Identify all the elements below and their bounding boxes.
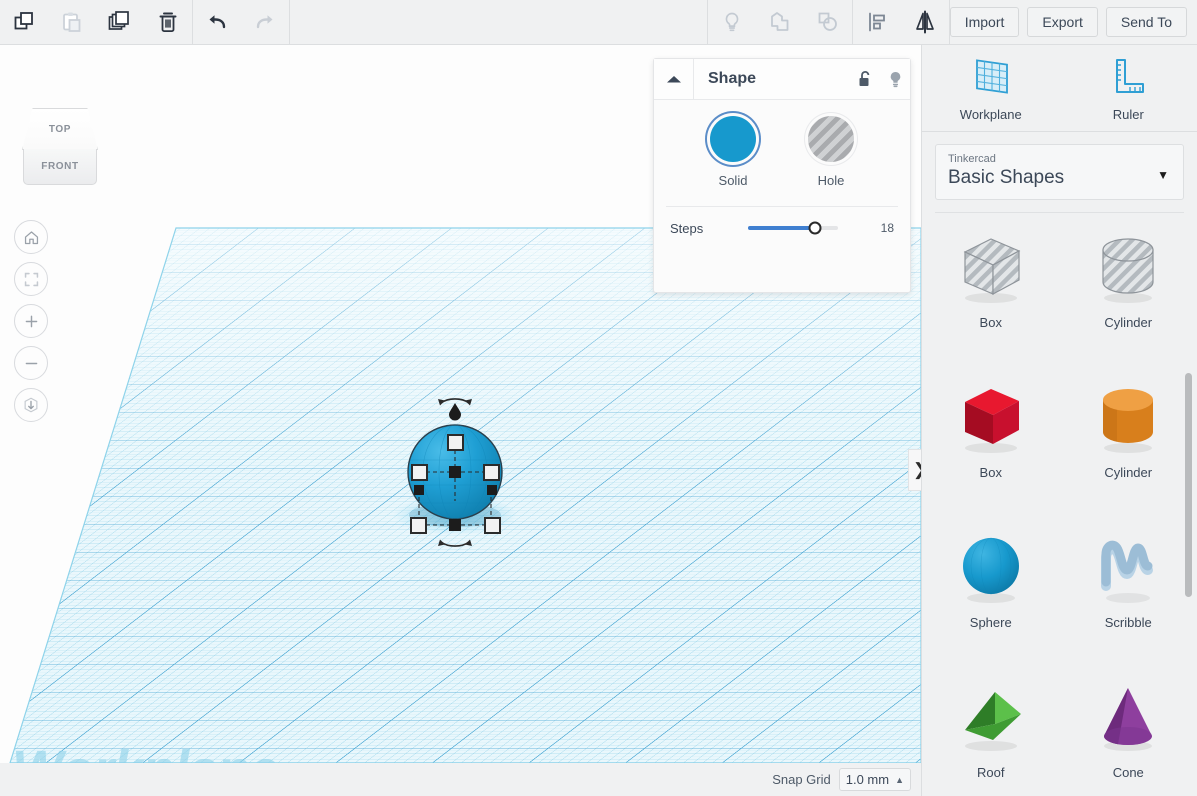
view-cube-top-face[interactable]: TOP — [22, 108, 98, 150]
sidebar-tools: Workplane Ruler — [922, 45, 1197, 132]
lightbulb-icon[interactable] — [708, 0, 756, 45]
home-view-button[interactable] — [14, 220, 48, 254]
mirror-icon[interactable] — [901, 0, 949, 45]
box-hole-icon — [946, 227, 1036, 309]
delete-icon[interactable] — [144, 0, 192, 45]
cylinder-icon — [1083, 377, 1173, 459]
fit-to-view-button[interactable] — [14, 262, 48, 296]
perspective-toggle-button[interactable] — [14, 388, 48, 422]
shape-library-grid: Box Cylinder Box Cylinder Sphere Scribbl… — [922, 213, 1197, 796]
paste-icon[interactable] — [48, 0, 96, 45]
solid-mode-label: Solid — [718, 173, 748, 188]
shape-label: Box — [979, 465, 1002, 480]
view-cube[interactable]: TOP FRONT — [22, 108, 98, 186]
bottom-status-bar: Snap Grid 1.0 mm ▲ — [0, 763, 921, 796]
unlock-icon[interactable] — [850, 70, 880, 89]
zoom-out-button[interactable] — [14, 346, 48, 380]
shape-item-scribble[interactable]: Scribble — [1060, 527, 1197, 659]
sphere-icon — [946, 527, 1036, 609]
solid-swatch — [710, 116, 756, 162]
shape-item-box-hole[interactable]: Box — [922, 227, 1060, 359]
cone-icon — [1083, 677, 1173, 759]
undo-icon[interactable] — [193, 0, 241, 45]
duplicate-icon[interactable] — [96, 0, 144, 45]
hole-mode-label: Hole — [817, 173, 845, 188]
send-to-button[interactable]: Send To — [1105, 7, 1187, 37]
shape-item-cone[interactable]: Cone — [1060, 677, 1197, 796]
scribble-icon — [1083, 527, 1173, 609]
snap-grid-select[interactable]: 1.0 mm ▲ — [838, 768, 911, 791]
view-cube-top-label: TOP — [48, 123, 72, 135]
shape-label: Cylinder — [1104, 315, 1153, 330]
shape-panel-header: Shape — [654, 58, 910, 100]
steps-slider[interactable] — [748, 221, 838, 235]
shape-library-select[interactable]: Tinkercad Basic Shapes ▼ — [935, 144, 1184, 200]
copy-icon[interactable] — [0, 0, 48, 45]
lightbulb-icon[interactable] — [880, 70, 910, 89]
shape-item-cylinder-hole[interactable]: Cylinder — [1060, 227, 1197, 359]
shape-label: Cone — [1112, 765, 1144, 780]
shape-panel-collapse-button[interactable] — [654, 58, 694, 100]
shape-label: Cylinder — [1104, 465, 1153, 480]
ruler-tool[interactable]: Ruler — [1060, 45, 1197, 131]
library-collection: Basic Shapes — [948, 167, 1065, 188]
workplane-tool-label: Workplane — [959, 106, 1022, 122]
shape-label: Sphere — [969, 615, 1012, 630]
group-icon[interactable] — [756, 0, 804, 45]
snap-grid-value: 1.0 mm — [845, 772, 890, 787]
steps-row: Steps 18 — [654, 207, 910, 249]
import-button[interactable]: Import — [949, 7, 1020, 37]
toolbar-separator — [289, 0, 290, 45]
top-toolbar: Import Export Send To — [0, 0, 1197, 45]
snap-grid-label: Snap Grid — [772, 772, 831, 787]
zoom-in-button[interactable] — [14, 304, 48, 338]
view-cube-front-label: FRONT — [41, 161, 79, 172]
ruler-icon — [1116, 58, 1145, 93]
right-sidebar: Workplane Ruler Tinkercad Basic Shapes ▼ — [921, 45, 1197, 796]
export-button[interactable]: Export — [1027, 7, 1098, 37]
shape-item-sphere[interactable]: Sphere — [922, 527, 1060, 659]
shape-item-box[interactable]: Box — [922, 377, 1060, 509]
ruler-tool-label: Ruler — [1112, 106, 1144, 122]
view-cube-front-face[interactable]: FRONT — [23, 149, 97, 185]
workplane-icon — [975, 58, 1008, 94]
tinkercad-app: Import Export Send To TOP FRONT Snap Gri… — [0, 0, 1197, 796]
ungroup-icon[interactable] — [804, 0, 852, 45]
shape-mode-group: Solid Hole — [654, 116, 910, 188]
shape-properties-panel: Shape Solid Hole Steps 18 — [653, 58, 911, 293]
hole-swatch — [808, 116, 854, 162]
shape-label: Box — [979, 315, 1002, 330]
steps-slider-knob[interactable] — [808, 221, 822, 235]
chevron-down-icon: ▼ — [1157, 168, 1169, 182]
workplane-tool[interactable]: Workplane — [922, 45, 1060, 131]
roof-icon — [946, 677, 1036, 759]
steps-value: 18 — [880, 221, 894, 235]
navigation-buttons — [14, 220, 48, 430]
chevron-up-icon: ▲ — [895, 774, 904, 785]
solid-mode-option[interactable]: Solid — [710, 116, 756, 188]
align-icon[interactable] — [853, 0, 901, 45]
shape-item-cylinder[interactable]: Cylinder — [1060, 377, 1197, 509]
cylinder-hole-icon — [1083, 227, 1173, 309]
library-owner: Tinkercad — [948, 153, 996, 165]
shape-panel-title: Shape — [708, 70, 757, 87]
shape-item-roof[interactable]: Roof — [922, 677, 1060, 796]
steps-label: Steps — [670, 220, 704, 236]
steps-slider-fill — [748, 226, 815, 230]
hole-mode-option[interactable]: Hole — [808, 116, 854, 188]
box-icon — [946, 377, 1036, 459]
shape-panel-body: Solid Hole Steps 18 — [654, 100, 910, 249]
panel-collapse-tab[interactable]: ❯ — [908, 449, 921, 491]
shape-label: Scribble — [1104, 615, 1152, 630]
redo-icon[interactable] — [241, 0, 289, 45]
shape-library-scrollbar[interactable] — [1185, 373, 1192, 597]
shape-label: Roof — [977, 765, 1005, 780]
